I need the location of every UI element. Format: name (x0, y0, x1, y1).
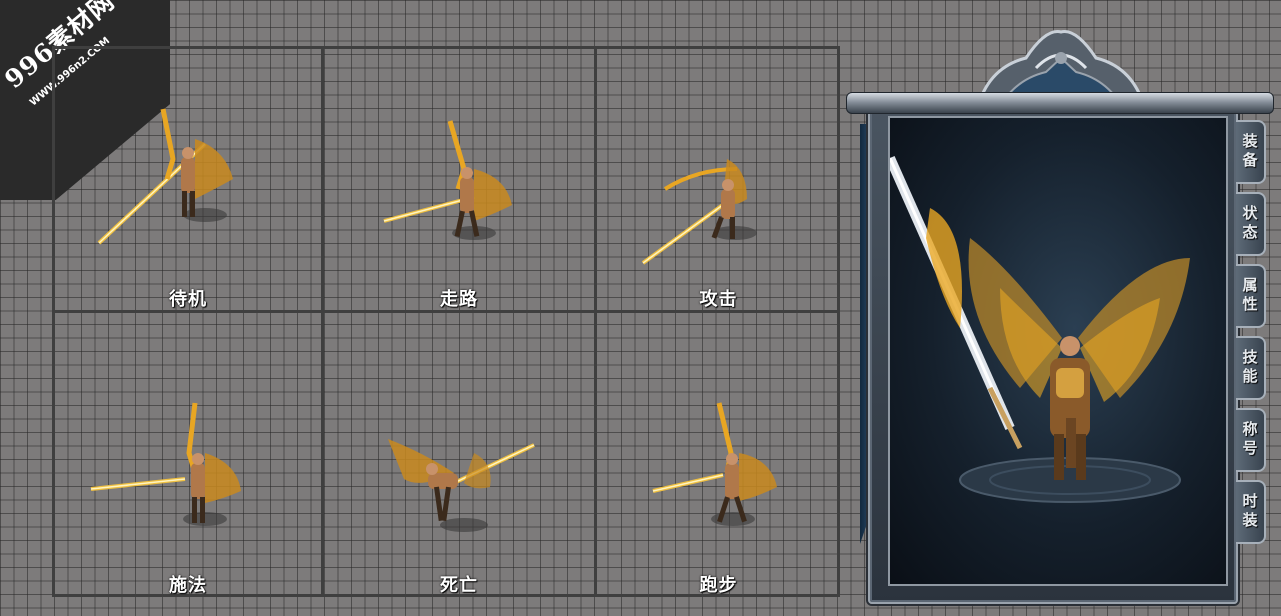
character-sprite-walk (383, 120, 512, 240)
character-sprite-death (388, 439, 535, 532)
tab-status[interactable]: 状态 (1236, 192, 1266, 256)
tab-skills[interactable]: 技能 (1236, 336, 1266, 400)
animation-label: 死亡 (440, 575, 478, 596)
animation-label: 跑步 (699, 575, 738, 596)
animation-cell-cast[interactable]: 施法 (55, 313, 321, 597)
animation-grid: 待机 走路 攻击 施法 死亡 跑步 (52, 46, 840, 597)
tab-attributes[interactable]: 属性 (1236, 264, 1266, 328)
tab-label: 属性 (1240, 277, 1259, 315)
animation-label: 待机 (169, 289, 207, 310)
tab-label: 状态 (1240, 205, 1259, 243)
panel-side-tabs: 装备 状态 属性 技能 称号 时装 (1236, 120, 1268, 552)
tab-equipment[interactable]: 装备 (1236, 120, 1266, 184)
tab-label: 技能 (1240, 349, 1259, 387)
character-sprite-cast (90, 402, 241, 526)
animation-cell-attack[interactable]: 攻击 (597, 49, 840, 310)
animation-label: 攻击 (699, 289, 738, 310)
character-model (885, 155, 1190, 503)
tab-label: 称号 (1240, 421, 1259, 459)
tab-fashion[interactable]: 时装 (1236, 480, 1266, 544)
animation-cell-walk[interactable]: 走路 (324, 49, 594, 310)
character-panel: 装备 状态 属性 技能 称号 时装 (846, 28, 1274, 606)
animation-label: 施法 (169, 575, 207, 596)
character-sprite-attack (641, 159, 757, 265)
animation-cell-run[interactable]: 跑步 (597, 313, 840, 597)
character-preview (885, 116, 1228, 586)
tab-titles[interactable]: 称号 (1236, 408, 1266, 472)
panel-top-bar (846, 92, 1274, 114)
character-sprite-idle (97, 108, 233, 245)
tab-label: 装备 (1240, 133, 1259, 171)
animation-label: 走路 (440, 289, 478, 310)
animation-cell-death[interactable]: 死亡 (324, 313, 594, 597)
character-sprite-run (652, 402, 777, 526)
animation-cell-idle[interactable]: 待机 (55, 49, 321, 310)
tab-label: 时装 (1240, 493, 1259, 531)
